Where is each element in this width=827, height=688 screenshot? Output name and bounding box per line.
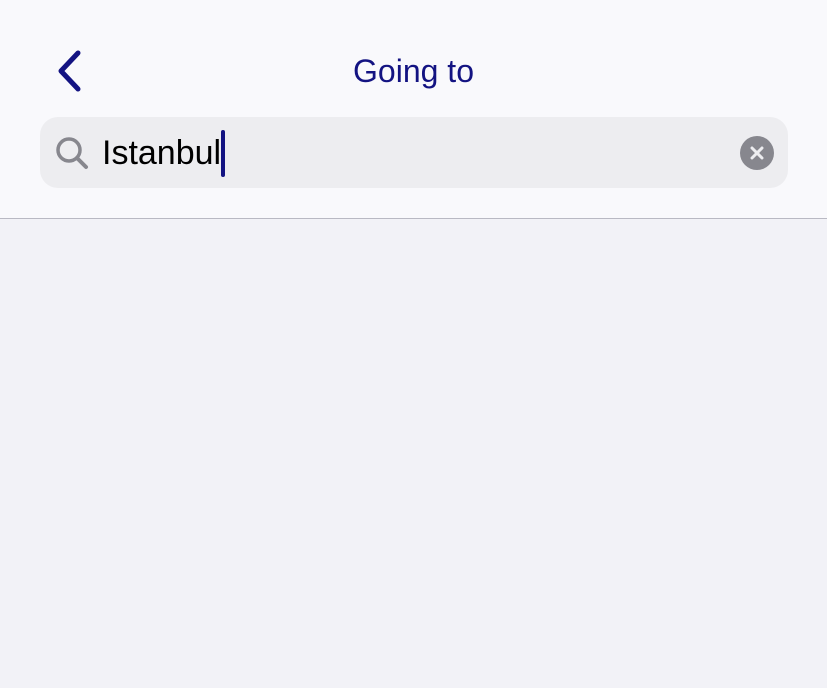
clear-search-button[interactable] bbox=[740, 136, 774, 170]
page-title: Going to bbox=[353, 53, 474, 89]
text-caret bbox=[221, 129, 226, 177]
clear-circle-icon bbox=[750, 146, 764, 160]
search-bar[interactable]: Istanbul bbox=[40, 117, 788, 188]
results-area bbox=[0, 220, 827, 688]
search-icon bbox=[56, 137, 88, 169]
search-input-value: Istanbul bbox=[102, 134, 222, 172]
search-input[interactable]: Istanbul bbox=[102, 129, 226, 177]
navigation-header: Going to Istanbul bbox=[0, 0, 827, 219]
